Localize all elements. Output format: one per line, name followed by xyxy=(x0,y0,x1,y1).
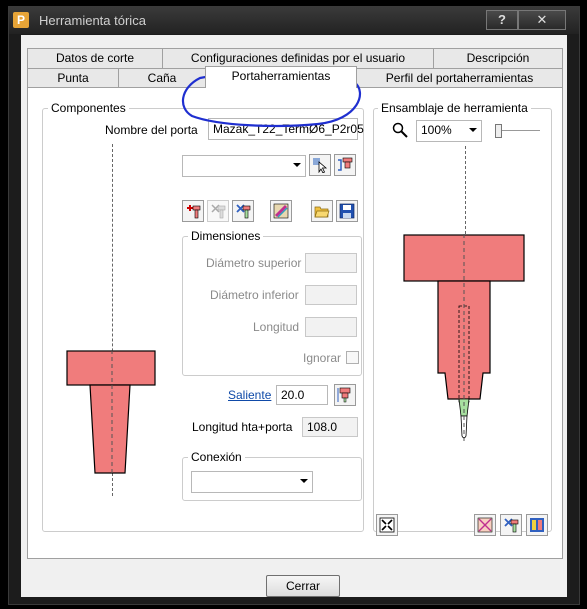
assembly-preview-drawing xyxy=(403,234,525,444)
tab-configuraciones[interactable]: Configuraciones definidas por el usuario xyxy=(162,48,434,68)
zoom-slider-thumb[interactable] xyxy=(495,124,502,138)
diametro-superior-label: Diámetro superior xyxy=(206,256,302,270)
ignorar-checkbox[interactable] xyxy=(346,351,359,364)
delete-component-icon xyxy=(236,204,251,219)
holder-preview-drawing xyxy=(66,350,156,476)
close-window-button[interactable]: ✕ xyxy=(518,10,566,30)
longitud-hta-porta-field: 108.0 xyxy=(302,417,358,437)
zoom-icon[interactable] xyxy=(392,122,408,138)
diametro-inferior-field[interactable] xyxy=(305,285,357,305)
tool-measure-icon xyxy=(337,387,351,403)
diametro-inferior-label: Diámetro inferior xyxy=(210,288,299,302)
help-button[interactable]: ? xyxy=(486,10,518,30)
dialog-window: P Herramienta tórica ? ✕ Datos de corte … xyxy=(8,6,580,605)
zoom-slider-track[interactable] xyxy=(498,130,540,131)
save-button[interactable] xyxy=(336,200,358,222)
saliente-field[interactable]: 20.0 xyxy=(276,385,328,405)
tab-descripcion[interactable]: Descripción xyxy=(433,48,563,68)
paint-icon xyxy=(273,203,289,219)
conexion-title: Conexión xyxy=(188,450,245,464)
tab-perfil-portaherramientas[interactable]: Perfil del portaherramientas xyxy=(356,68,563,88)
folder-open-icon xyxy=(314,206,330,218)
dimensiones-title: Dimensiones xyxy=(188,229,264,243)
tab-datos-de-corte[interactable]: Datos de corte xyxy=(27,48,163,68)
window-title: Herramienta tórica xyxy=(39,13,146,28)
tab-punta[interactable]: Punta xyxy=(27,68,119,88)
holder-view-icon xyxy=(477,517,493,533)
longitud-hta-porta-label: Longitud hta+porta xyxy=(192,420,293,434)
cursor-holder-icon xyxy=(313,158,328,173)
table-view-icon xyxy=(530,518,544,532)
view-tool-button[interactable] xyxy=(500,514,522,536)
holder-library-button[interactable] xyxy=(334,154,356,176)
remove-component-icon xyxy=(211,204,226,219)
fit-view-button[interactable] xyxy=(376,514,398,536)
delete-component-button[interactable] xyxy=(232,200,254,222)
chevron-down-icon xyxy=(469,128,477,132)
fit-view-icon xyxy=(379,517,395,533)
view-table-button[interactable] xyxy=(526,514,548,536)
save-disk-icon xyxy=(339,203,355,219)
cerrar-button[interactable]: Cerrar xyxy=(266,575,340,597)
longitud-field[interactable] xyxy=(305,317,357,337)
edit-colors-button[interactable] xyxy=(270,200,292,222)
diametro-superior-field[interactable] xyxy=(305,253,357,273)
view-holder-button[interactable] xyxy=(474,514,496,536)
longitud-label: Longitud xyxy=(253,320,300,334)
conexion-select[interactable] xyxy=(191,471,313,493)
tool-view-icon xyxy=(504,518,519,533)
saliente-link[interactable]: Saliente xyxy=(228,388,271,402)
tab-portaherramientas[interactable]: Portaherramientas xyxy=(205,66,357,88)
tab-panel: Componentes Nombre del porta Mazak_T22_T… xyxy=(27,70,563,559)
dialog-client: Datos de corte Configuraciones definidas… xyxy=(21,35,567,597)
saliente-tool-button[interactable] xyxy=(334,384,356,406)
app-icon: P xyxy=(13,12,29,28)
remove-component-button[interactable] xyxy=(207,200,229,222)
select-holder-cursor-button[interactable] xyxy=(309,154,331,176)
holder-library-icon xyxy=(338,157,353,171)
componentes-title: Componentes xyxy=(48,101,129,115)
zoom-select[interactable]: 100% xyxy=(416,120,482,142)
ignorar-label: Ignorar xyxy=(303,351,342,365)
chevron-down-icon xyxy=(293,163,301,167)
chevron-down-icon xyxy=(300,479,308,483)
ensamblaje-title: Ensamblaje de herramienta xyxy=(378,101,531,115)
open-file-button[interactable] xyxy=(311,200,333,222)
zoom-value: 100% xyxy=(421,123,452,137)
holder-select[interactable] xyxy=(182,155,306,177)
add-component-button[interactable] xyxy=(182,200,204,222)
add-component-icon xyxy=(187,205,201,219)
title-bar[interactable]: P Herramienta tórica ? ✕ xyxy=(9,7,579,34)
